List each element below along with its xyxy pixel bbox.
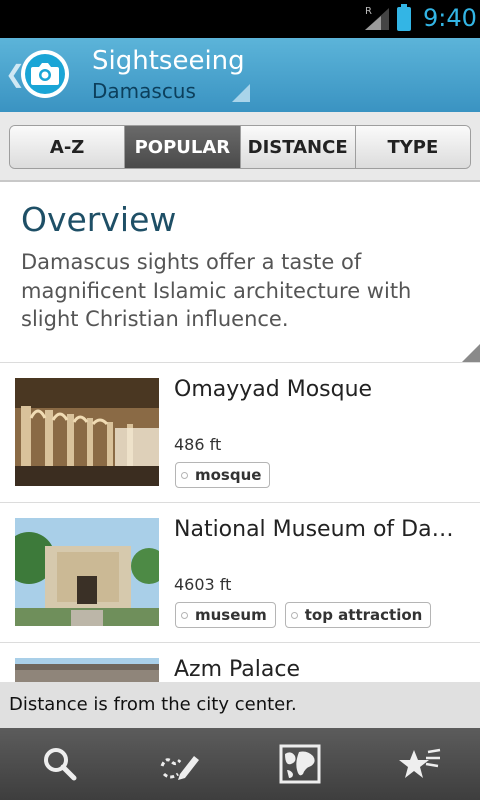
overview-section[interactable]: Overview Damascus sights offer a taste o… (0, 184, 480, 362)
list-item[interactable]: Omayyad Mosque 486 ft mosque (0, 362, 480, 502)
route-edit-icon (160, 756, 199, 780)
info-toast: Distance is from the city center. (0, 682, 480, 728)
favorites-button[interactable] (360, 728, 480, 800)
dropdown-corner-icon[interactable] (232, 84, 250, 102)
overview-text: Damascus sights offer a taste of magnifi… (21, 250, 412, 331)
clock: 9:40 (423, 4, 477, 32)
camera-icon (31, 63, 59, 85)
favorites-icon (399, 748, 441, 778)
city-selector[interactable]: Damascus (92, 79, 196, 103)
tab-type[interactable]: TYPE (355, 126, 470, 168)
app-home-button[interactable] (21, 50, 69, 98)
battery-icon (397, 4, 411, 31)
tag-list: museum top attraction (175, 602, 432, 628)
map-icon (279, 744, 321, 784)
sight-title: Azm Palace (174, 657, 301, 682)
tab-popular[interactable]: POPULAR (125, 126, 241, 168)
list-item[interactable]: National Museum of Da… 4603 ft museum to… (0, 502, 480, 642)
expand-corner-icon[interactable] (462, 344, 480, 362)
toast-text: Distance is from the city center. (9, 694, 297, 715)
search-button[interactable] (0, 728, 120, 800)
sort-tabs: A-Z POPULAR DISTANCE TYPE (9, 125, 471, 169)
map-button[interactable] (240, 728, 360, 800)
sight-thumbnail (15, 378, 159, 486)
page-title: Sightseeing (92, 46, 245, 76)
route-edit-button[interactable] (120, 728, 240, 800)
tab-a-z[interactable]: A-Z (10, 126, 126, 168)
tag-list: mosque (175, 462, 271, 488)
tab-distance[interactable]: DISTANCE (240, 126, 356, 168)
sight-distance: 4603 ft (174, 575, 232, 594)
status-bar: R 9:40 (0, 0, 480, 38)
tag-badge[interactable]: mosque (175, 462, 271, 488)
sight-distance: 486 ft (174, 435, 222, 454)
roaming-indicator: R (365, 6, 372, 17)
tag-badge[interactable]: museum (175, 602, 276, 628)
sight-title: National Museum of Da… (174, 517, 454, 542)
action-bar: ❮ Sightseeing Damascus (0, 38, 480, 112)
search-icon (44, 748, 77, 781)
signal-icon: R (365, 6, 389, 30)
sort-tab-strip: A-Z POPULAR DISTANCE TYPE (0, 112, 480, 182)
sight-title: Omayyad Mosque (174, 377, 373, 402)
tag-badge[interactable]: top attraction (284, 602, 432, 628)
overview-title: Overview (21, 200, 177, 239)
bottom-toolbar (0, 728, 480, 800)
sight-thumbnail (15, 518, 159, 626)
